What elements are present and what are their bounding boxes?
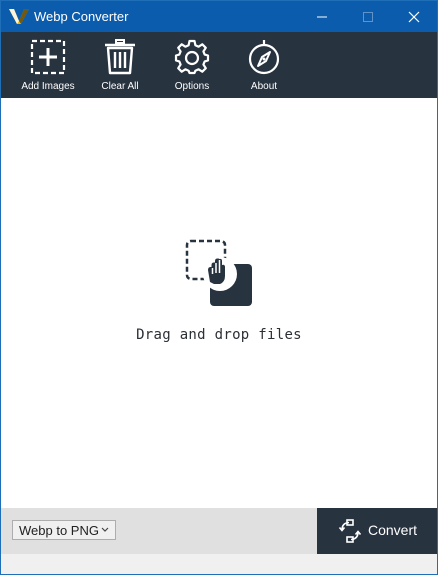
app-window: Webp Converter Add Images Clear All Opti… <box>0 0 438 575</box>
trash-icon <box>105 39 135 75</box>
convert-icon <box>338 519 362 543</box>
app-logo-icon <box>9 9 29 24</box>
options-label: Options <box>174 81 210 92</box>
drop-instructions: Drag and drop files <box>136 327 302 343</box>
drag-drop-icon <box>185 239 252 306</box>
minimize-button[interactable] <box>299 1 345 32</box>
bottom-bar: Webp to PNG Convert <box>1 508 437 554</box>
drop-zone[interactable]: Drag and drop files <box>1 98 437 508</box>
minimize-icon <box>317 16 327 18</box>
chevron-down-icon <box>101 527 109 532</box>
clear-all-button[interactable]: Clear All <box>84 32 156 98</box>
add-images-button[interactable]: Add Images <box>12 32 84 98</box>
format-select[interactable]: Webp to PNG <box>12 520 116 540</box>
maximize-button[interactable] <box>345 1 391 32</box>
status-bar <box>1 554 437 574</box>
convert-label: Convert <box>368 522 418 538</box>
add-images-icon <box>30 39 66 75</box>
clear-all-label: Clear All <box>101 81 139 92</box>
close-button[interactable] <box>391 1 437 32</box>
title-bar[interactable]: Webp Converter <box>1 1 437 32</box>
about-label: About <box>250 81 278 92</box>
gear-icon <box>174 39 210 75</box>
options-button[interactable]: Options <box>156 32 228 98</box>
window-title: Webp Converter <box>34 9 129 24</box>
about-button[interactable]: About <box>228 32 300 98</box>
close-icon <box>408 11 420 23</box>
convert-button[interactable]: Convert <box>317 508 437 554</box>
format-select-value: Webp to PNG <box>19 523 99 538</box>
toolbar: Add Images Clear All Options About <box>1 32 437 98</box>
compass-icon <box>248 40 280 75</box>
add-images-label: Add Images <box>21 81 75 92</box>
maximize-icon <box>363 12 373 22</box>
